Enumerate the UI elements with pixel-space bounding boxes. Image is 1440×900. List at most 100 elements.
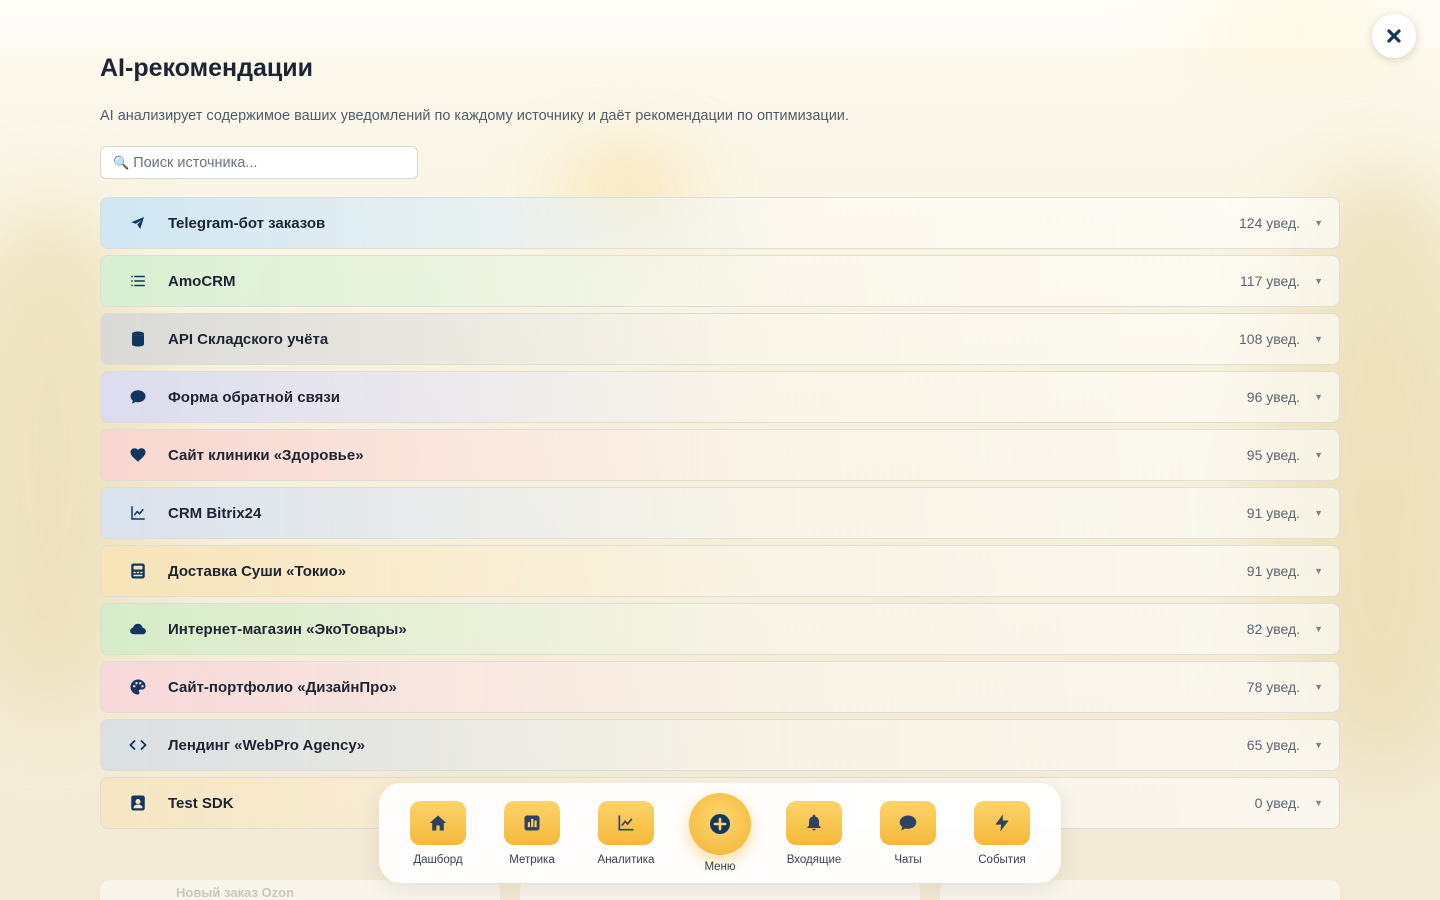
source-name: Форма обратной связи (168, 388, 341, 406)
source-icon (125, 674, 151, 700)
chevron-down-icon[interactable]: ▼ (1314, 450, 1323, 460)
register-icon (131, 563, 145, 579)
chevron-down-icon[interactable]: ▼ (1314, 682, 1323, 692)
nav-tile (410, 801, 466, 845)
source-count: 124 увед. (1239, 215, 1301, 231)
search-icon: 🔍 (113, 154, 130, 170)
nav-item[interactable]: Входящие (774, 801, 854, 866)
source-name: Доставка Суши «Токио» (168, 562, 347, 580)
source-count: 91 увед. (1246, 505, 1301, 521)
chevron-down-icon[interactable]: ▼ (1314, 624, 1323, 634)
analytics-icon (618, 815, 634, 831)
background-ghost-item: Новый заказ Ozon (176, 885, 295, 900)
source-name: API Складского учёта (168, 330, 329, 348)
source-count: 95 увед. (1246, 447, 1301, 463)
nav-item-label: События (978, 854, 1026, 866)
source-count: 65 увед. (1246, 737, 1301, 753)
source-name: Интернет-магазин «ЭкоТовары» (168, 620, 407, 638)
source-count: 96 увед. (1246, 389, 1301, 405)
source-name: CRM Bitrix24 (168, 504, 262, 522)
heart-icon (130, 448, 146, 462)
chevron-down-icon[interactable]: ▼ (1314, 334, 1323, 344)
source-icon (125, 732, 151, 758)
source-row[interactable]: Форма обратной связи 96 увед. ▼ (100, 371, 1340, 423)
close-button[interactable] (1372, 14, 1416, 58)
nav-tile (598, 801, 654, 845)
palette-icon (130, 679, 146, 695)
chevron-down-icon[interactable]: ▼ (1314, 218, 1323, 228)
nav-item[interactable]: Дашборд (398, 801, 478, 866)
chevron-down-icon[interactable]: ▼ (1314, 508, 1323, 518)
bottom-nav: Меню Дашборд Метрика Аналитика Входящие Чаты… (379, 783, 1061, 883)
nav-tile (880, 801, 936, 845)
close-icon (1387, 29, 1401, 43)
bell-icon (807, 814, 821, 831)
nav-tile (974, 801, 1030, 845)
metrics-icon (524, 815, 540, 831)
source-row[interactable]: AmoCRM 117 увед. ▼ (100, 255, 1340, 307)
source-name: Сайт-портфолио «ДизайнПро» (168, 678, 397, 696)
source-list: Telegram-бот заказов 124 увед. ▼ AmoCRM 117 … (100, 197, 1340, 835)
nav-item[interactable]: Аналитика (586, 801, 666, 866)
source-icon (125, 558, 151, 584)
chevron-down-icon[interactable]: ▼ (1314, 740, 1323, 750)
source-row[interactable]: Telegram-бот заказов 124 увед. ▼ (100, 197, 1340, 249)
nav-item-label: Метрика (509, 854, 555, 866)
source-row[interactable]: CRM Bitrix24 91 увед. ▼ (100, 487, 1340, 539)
nav-item-label: Чаты (894, 854, 922, 866)
source-count: 108 увед. (1239, 331, 1301, 347)
modal-title: AI-рекомендации (100, 54, 314, 82)
nav-item-label: Дашборд (413, 854, 463, 866)
chevron-down-icon[interactable]: ▼ (1314, 566, 1323, 576)
cloud-icon (130, 623, 146, 635)
source-row[interactable]: Интернет-магазин «ЭкоТовары» 82 увед. ▼ (100, 603, 1340, 655)
database-icon (132, 331, 144, 347)
source-count: 0 увед. (1254, 795, 1301, 811)
source-icon (125, 442, 151, 468)
nav-menu-button[interactable]: Меню (688, 793, 752, 873)
plus-circle-icon (689, 793, 751, 855)
list-icon (131, 275, 145, 287)
source-icon (125, 616, 151, 642)
source-search[interactable]: 🔍 (100, 146, 418, 179)
nav-tile (504, 801, 560, 845)
source-name: Сайт клиники «Здоровье» (168, 446, 364, 464)
source-name: AmoCRM (168, 272, 236, 290)
source-count: 91 увед. (1246, 563, 1301, 579)
source-name: Лендинг «WebPro Agency» (168, 736, 366, 754)
chevron-down-icon[interactable]: ▼ (1314, 276, 1323, 286)
nav-item[interactable]: Метрика (492, 801, 572, 866)
source-row[interactable]: Сайт клиники «Здоровье» 95 увед. ▼ (100, 429, 1340, 481)
source-count: 82 увед. (1246, 621, 1301, 637)
user-card-icon (131, 795, 145, 811)
source-icon (125, 500, 151, 526)
source-row[interactable]: Доставка Суши «Токио» 91 увед. ▼ (100, 545, 1340, 597)
nav-item[interactable]: События (962, 801, 1042, 866)
chat-icon (899, 815, 917, 831)
nav-item-label: Аналитика (597, 854, 655, 866)
source-row[interactable]: Сайт-портфолио «ДизайнПро» 78 увед. ▼ (100, 661, 1340, 713)
bolt-icon (995, 814, 1009, 832)
background-card (520, 880, 920, 900)
source-name: Telegram-бот заказов (168, 214, 326, 232)
background-card (940, 880, 1340, 900)
code-icon (129, 739, 147, 751)
nav-item[interactable]: Чаты (868, 801, 948, 866)
source-icon (125, 790, 151, 816)
nav-tile (786, 801, 842, 845)
source-search-input[interactable] (133, 154, 405, 171)
source-count: 78 увед. (1246, 679, 1301, 695)
chart-line-icon (131, 506, 145, 520)
chat-icon (130, 390, 146, 404)
source-row[interactable]: Лендинг «WebPro Agency» 65 увед. ▼ (100, 719, 1340, 771)
nav-menu-label: Меню (704, 861, 736, 873)
chevron-down-icon[interactable]: ▼ (1314, 798, 1323, 808)
source-row[interactable]: API Складского учёта 108 увед. ▼ (100, 313, 1340, 365)
source-count: 117 увед. (1240, 273, 1301, 289)
modal-subtitle: AI анализирует содержимое ваших уведомле… (100, 108, 849, 124)
source-icon (125, 384, 151, 410)
source-icon (125, 326, 151, 352)
nav-item-label: Входящие (786, 854, 842, 866)
chevron-down-icon[interactable]: ▼ (1314, 392, 1323, 402)
telegram-icon (131, 217, 144, 229)
